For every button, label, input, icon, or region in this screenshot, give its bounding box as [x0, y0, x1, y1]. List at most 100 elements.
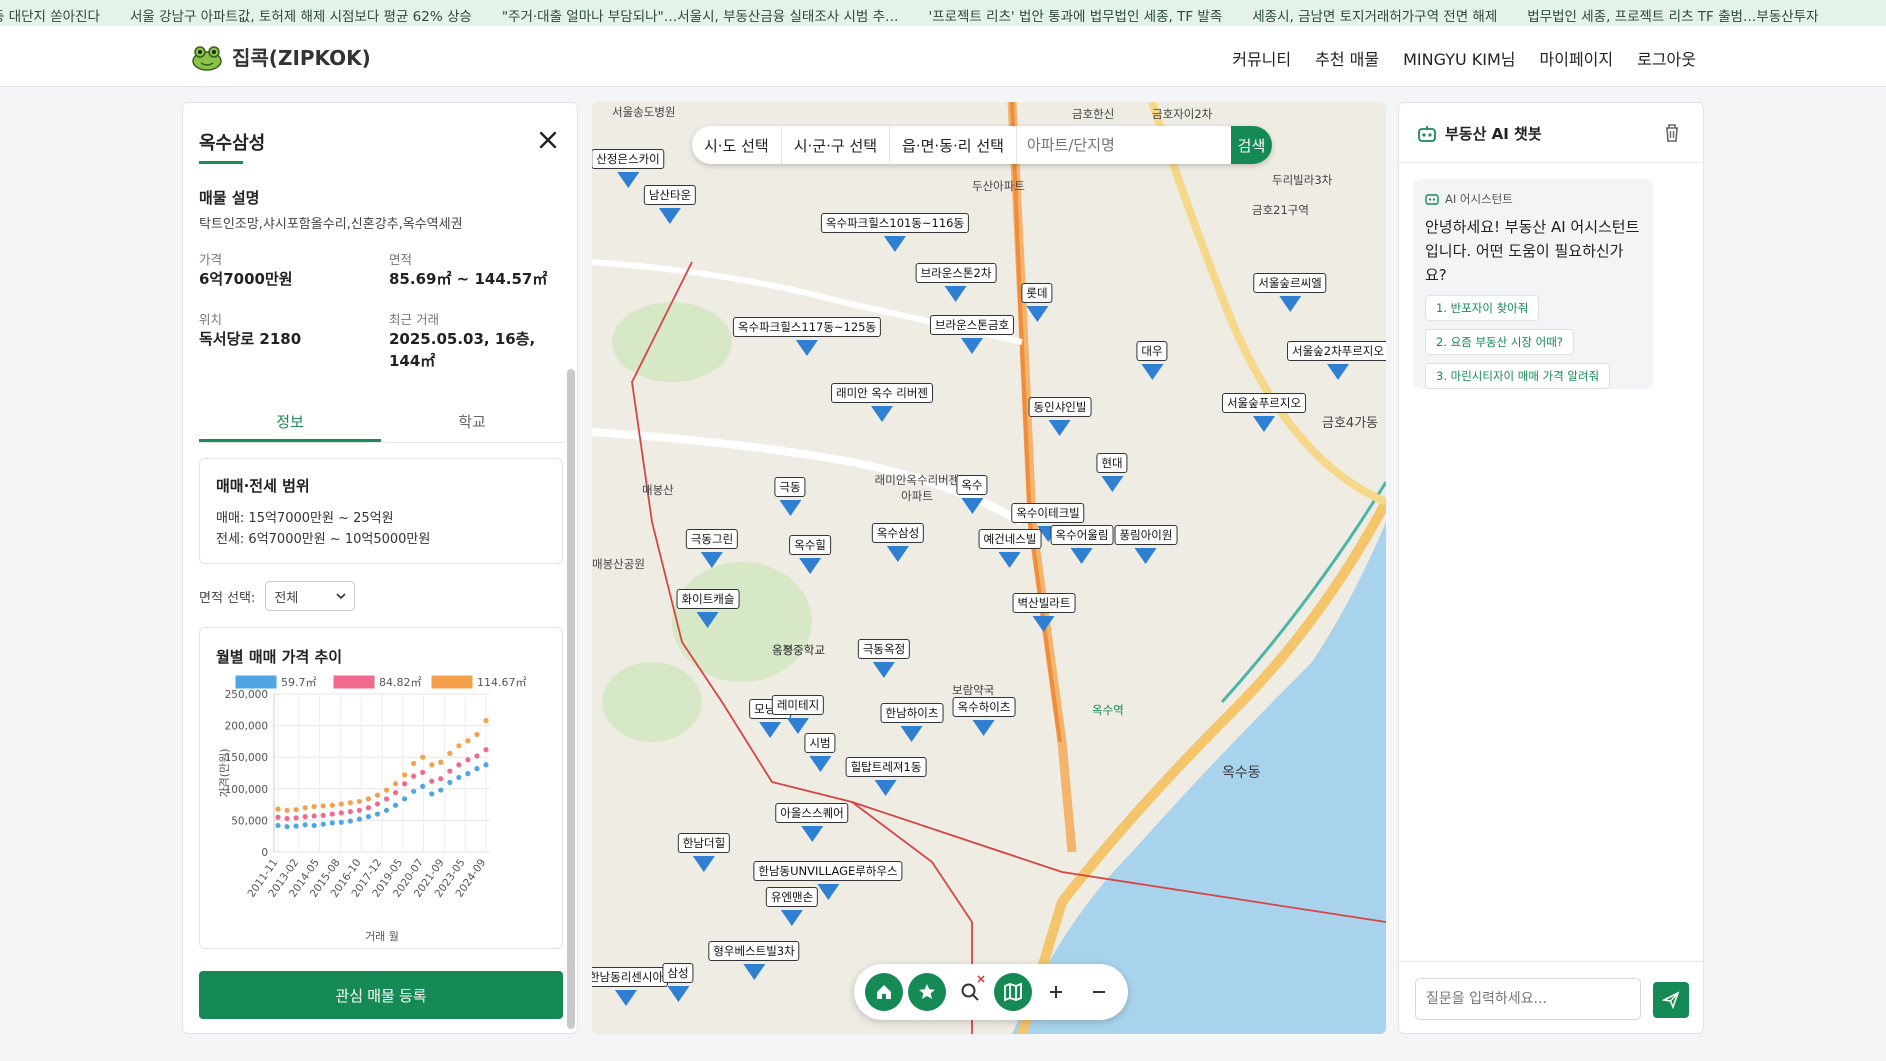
zoom-out-button[interactable]: [1080, 973, 1118, 1011]
map-pin[interactable]: 브라운스톤2차: [915, 263, 997, 302]
map-pin[interactable]: 힐탑트레져1동: [845, 757, 927, 796]
map-pin[interactable]: 현대: [1096, 453, 1128, 492]
suggestion-chip[interactable]: 1. 반포자이 찾아줘: [1425, 295, 1540, 321]
map-pin[interactable]: 서울숲르씨엘: [1253, 273, 1327, 312]
map-pin[interactable]: 브라운스톤금호: [929, 315, 1015, 354]
nav-recommended[interactable]: 추천 매물: [1315, 46, 1379, 70]
map-pin[interactable]: 옥수삼성: [871, 523, 925, 562]
nav-community[interactable]: 커뮤니티: [1232, 46, 1291, 70]
data-point: [392, 781, 399, 787]
data-point: [311, 803, 317, 810]
map-pin[interactable]: 옥수: [956, 475, 988, 514]
map-pin[interactable]: 래미안 옥수 리버젠: [831, 383, 933, 422]
map-pin[interactable]: 아올스스퀘어: [775, 803, 849, 842]
map-label: 두리빌라3차: [1272, 173, 1333, 187]
sigungu-select[interactable]: 시·군·구 선택: [782, 126, 891, 164]
map-pin[interactable]: 옥수파크힐스101동~116동: [820, 213, 970, 252]
ticker-item[interactable]: 서울 강남구 아파트값, 토허제 해제 시점보다 평균 62% 상승: [130, 5, 472, 25]
tab-info[interactable]: 정보: [199, 405, 381, 442]
apartment-search-input[interactable]: [1016, 126, 1231, 164]
map-pin[interactable]: 예건네스빌: [978, 529, 1042, 568]
map-pin[interactable]: 옥수파크힐스117동~125동: [732, 317, 882, 356]
ticker-item[interactable]: "주거·대출 얼마나 부담되나"…서울시, 부동산금융 실태조사 시범 추…: [502, 5, 899, 25]
add-favorite-button[interactable]: 관심 매물 등록: [199, 971, 563, 1019]
jeonse-range: 전세: 6억7000만원 ~ 10억5000만원: [216, 532, 431, 547]
suggestion-chip[interactable]: 3. 마린시티자이 매매 가격 알려줘: [1425, 363, 1611, 389]
map-pin[interactable]: 풍림아이원: [1114, 525, 1178, 564]
map-label: 매봉산: [642, 483, 674, 497]
price-label: 가격: [199, 252, 223, 267]
search-button[interactable]: 검색: [1230, 126, 1272, 164]
tab-school[interactable]: 학교: [381, 405, 563, 442]
recent-value: 2025.05.03, 16층, 144㎡: [389, 330, 536, 370]
data-point: [275, 814, 281, 820]
map-pin[interactable]: 대우: [1136, 341, 1168, 380]
dong-select[interactable]: 읍·면·동·리 선택: [890, 126, 1017, 164]
map-type-button[interactable]: [993, 973, 1032, 1011]
sido-select[interactable]: 시·도 선택: [692, 126, 782, 164]
map-view[interactable]: 서울송도병원 금호한신 금호자이2차 두산아파트 두리빌라3차 금호21구역 옥…: [592, 102, 1386, 1034]
ticker-item[interactable]: 등 대단지 쏟아진다: [0, 5, 100, 25]
map-pin[interactable]: 한남동리센시아: [592, 967, 669, 1006]
logo[interactable]: 집콕(ZIPKOK): [190, 42, 371, 71]
data-point: [374, 792, 381, 798]
map-pin[interactable]: 삼성: [662, 963, 694, 1002]
map-label: 옥수역: [1092, 703, 1124, 717]
map-controls: [854, 964, 1128, 1020]
suggestion-chip[interactable]: 2. 요즘 부동산 시장 어때?: [1425, 329, 1574, 355]
map-pin[interactable]: 옥수힐: [789, 535, 831, 574]
data-point: [447, 750, 453, 757]
map-pin[interactable]: 시범: [804, 733, 836, 772]
data-point: [438, 759, 444, 765]
chat-input-bar: [1399, 961, 1703, 1035]
data-point: [302, 814, 308, 820]
map-pin[interactable]: 극동그린: [685, 529, 739, 568]
map-pin[interactable]: 산정은스카이: [592, 149, 665, 188]
map-pin[interactable]: 동인샤인빌: [1028, 397, 1092, 436]
favorites-button[interactable]: [907, 973, 946, 1011]
chat-input[interactable]: [1415, 978, 1641, 1020]
map-pin[interactable]: 화이트캐슬: [676, 589, 740, 628]
map-pin[interactable]: 옥수하이츠: [952, 697, 1016, 736]
map-pin[interactable]: 서울숲2차푸르지오: [1287, 341, 1386, 380]
price-value: 6억7000만원: [199, 270, 293, 288]
zoom-in-button[interactable]: [1037, 973, 1075, 1011]
map-pin[interactable]: 벽산빌라트: [1012, 593, 1076, 632]
map-pin[interactable]: 레미테지: [771, 695, 825, 734]
data-point: [329, 820, 335, 826]
map-pin[interactable]: 극동: [774, 477, 806, 516]
data-point: [293, 815, 299, 821]
data-point: [338, 819, 344, 825]
data-point: [365, 805, 372, 811]
chat-title: 부동산 AI 챗봇: [1445, 125, 1542, 143]
area-select[interactable]: 전체: [265, 581, 356, 611]
map-pin[interactable]: 한남하이츠: [880, 703, 944, 742]
nav-mypage[interactable]: 마이페이지: [1540, 46, 1614, 70]
map-pin[interactable]: 옥수어울림: [1050, 525, 1114, 564]
legend-swatch: [333, 675, 375, 689]
map-pin[interactable]: 롯데: [1021, 283, 1053, 322]
area-select-value: 전체: [274, 590, 299, 606]
trash-icon[interactable]: [1663, 123, 1681, 143]
map-pin[interactable]: 남산타운: [643, 185, 697, 224]
ai-chatbot-panel: 부동산 AI 챗봇 AI 어시스턴트 안녕하세요! 부동산 AI 어시스턴트입니…: [1398, 102, 1704, 1034]
data-point: [383, 796, 390, 802]
map-pin[interactable]: 유엔맨손: [765, 887, 819, 926]
close-icon[interactable]: [535, 127, 561, 153]
data-point: [356, 807, 362, 813]
nav-username[interactable]: MINGYU KIM님: [1403, 46, 1515, 70]
map-pin[interactable]: 형우베스트빌3차: [708, 941, 800, 980]
send-button[interactable]: [1653, 982, 1689, 1018]
home-button[interactable]: [864, 973, 903, 1011]
data-point: [456, 762, 462, 768]
map-pin[interactable]: 한남더힐: [677, 833, 731, 872]
map-pin[interactable]: 서울숲푸르지오: [1221, 393, 1307, 432]
panel-scrollbar[interactable]: [567, 369, 575, 1029]
nav-logout[interactable]: 로그아웃: [1637, 46, 1696, 70]
data-point: [365, 796, 372, 802]
search-toggle-button[interactable]: [951, 973, 989, 1011]
ticker-item[interactable]: 법무법인 세종, 프로젝트 리츠 TF 출범…부동산투자: [1527, 5, 1818, 25]
map-pin[interactable]: 극동옥정: [857, 639, 911, 678]
ticker-item[interactable]: 세종시, 금남면 토지거래허가구역 전면 해제: [1252, 5, 1497, 25]
ticker-item[interactable]: '프로젝트 리츠' 법안 통과에 법무법인 세종, TF 발족: [929, 5, 1223, 25]
